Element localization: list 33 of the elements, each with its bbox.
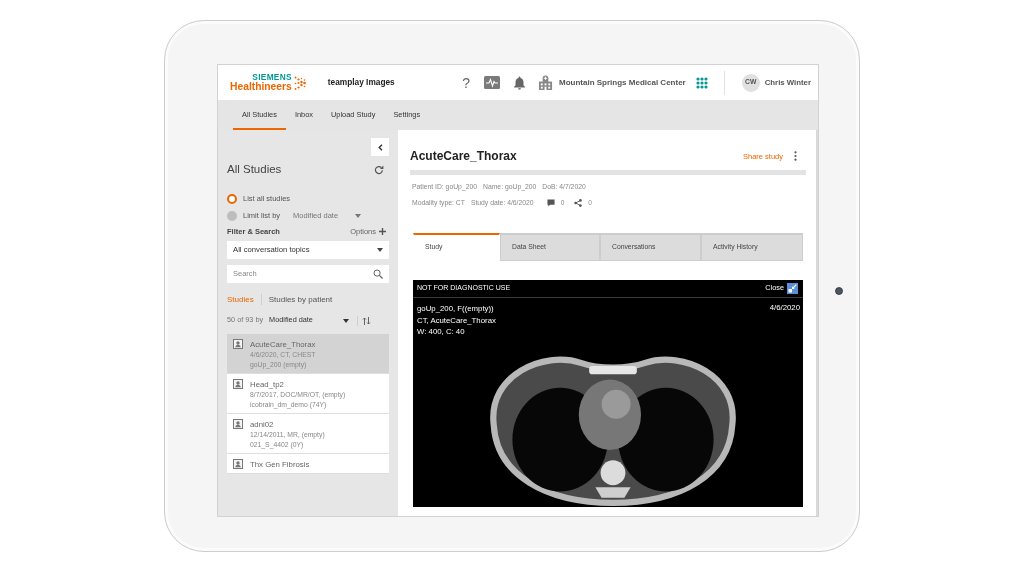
logo-wordmark: Healthineers	[230, 81, 292, 92]
radio-button[interactable]	[227, 210, 237, 221]
organization-name: Mountain Springs Medical Center	[559, 77, 686, 88]
logo-wordmark: SIEMENS	[252, 73, 292, 82]
collapse-button[interactable]	[371, 138, 389, 156]
bezel-dot-icon	[834, 286, 843, 295]
app-grid-icon[interactable]	[695, 76, 708, 89]
sidebar-title: All Studies	[227, 163, 282, 177]
caret-icon	[342, 318, 349, 323]
person-badge-icon	[233, 338, 243, 349]
comment-icon[interactable]	[546, 199, 555, 207]
hospital-icon[interactable]	[538, 75, 553, 90]
radio-button[interactable]	[227, 193, 237, 204]
person-badge-icon	[233, 418, 243, 429]
heartbeat-monitor-icon[interactable]	[484, 76, 500, 89]
arrow-tile-icon	[787, 283, 798, 294]
chevron-left-icon	[377, 143, 383, 151]
sort-icon[interactable]	[361, 316, 371, 325]
person-badge-icon	[233, 378, 243, 389]
refresh-icon[interactable]	[374, 164, 384, 175]
study-heading: AcuteCare_Thorax	[410, 148, 517, 164]
app-name: teamplay Images	[327, 77, 395, 88]
caret-icon	[377, 247, 383, 252]
plus-icon	[379, 228, 386, 236]
search-icon[interactable]	[373, 268, 383, 279]
more-options-icon[interactable]	[794, 151, 797, 161]
view-tab[interactable]: Studies by patient	[268, 295, 333, 305]
help-button[interactable]: ?	[462, 75, 470, 90]
person-badge-icon	[233, 458, 243, 469]
caret-icon	[355, 213, 362, 218]
share-icon[interactable]	[574, 199, 583, 207]
dot-arrow-icon	[293, 74, 306, 91]
bell-icon[interactable]	[513, 75, 526, 90]
